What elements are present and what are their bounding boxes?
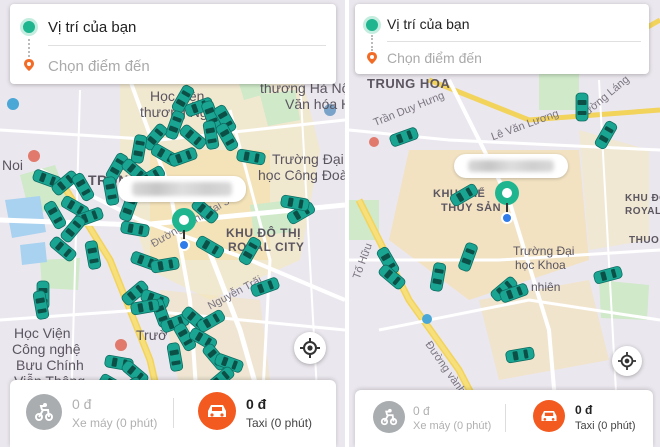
map-label-noi: Noi (2, 157, 24, 173)
map-label-nhien: nhiên (531, 280, 561, 294)
origin-label[interactable]: Vị trí của bạn (48, 19, 136, 36)
service-divider (505, 404, 506, 432)
right-screen: TRUNG HOA Trần Duy Hưng Lê Văn Lương Đườ… (349, 0, 660, 447)
map-label-hoc-khoa: học Khoa (515, 258, 566, 272)
map-label-hoc-vien-cn: Học Viện (14, 325, 71, 341)
taxi-icon (198, 392, 236, 430)
service-taxi[interactable]: 0 đ Taxi (0 phút) (182, 380, 336, 447)
map-label-truong-dai-hoc: Trường Đại (272, 151, 344, 167)
taxi-label: Taxi (0 phút) (246, 416, 313, 430)
map-label-cong-nghe: Công nghệ (12, 341, 81, 357)
address-label-blurred (454, 154, 568, 178)
service-options: 0 đ Xe máy (0 phút) 0 đ Taxi (0 phút) (355, 390, 653, 447)
map-label-thuon: THUON (629, 235, 660, 246)
taxi-price: 0 đ (575, 403, 593, 417)
moto-price: 0 đ (72, 396, 92, 412)
map-label-royal-ci: ROYAL CI (625, 206, 660, 217)
route-connector (28, 39, 30, 57)
address-label-blurred (118, 176, 246, 202)
route-connector (371, 35, 373, 51)
taxi-label: Taxi (0 phút) (575, 420, 636, 432)
motorbike-icon (26, 394, 62, 430)
origin-dot-icon (363, 16, 381, 34)
service-taxi[interactable]: 0 đ Taxi (0 phút) (513, 390, 653, 447)
taxi-price: 0 đ (246, 396, 267, 412)
crosshair-icon (618, 352, 636, 370)
map-label-buu-chinh: Bưu Chính (16, 357, 84, 373)
moto-label: Xe máy (0 phút) (413, 420, 492, 432)
my-location-button[interactable] (294, 332, 326, 364)
service-divider (173, 398, 174, 428)
left-screen: Noi Học viện thương Ngoại thương Hà Nội … (0, 0, 345, 447)
destination-input[interactable]: Chọn điểm đến (387, 50, 482, 66)
crosshair-icon (300, 338, 320, 358)
route-separator (48, 45, 326, 46)
map-label-hoc-cong-doan: học Công Đoàn (258, 167, 345, 183)
destination-pin-icon (24, 59, 34, 71)
route-separator (387, 41, 641, 42)
origin-dot-icon (20, 18, 38, 36)
motorbike-icon (373, 401, 405, 433)
app-screens: Noi Học viện thương Ngoại thương Hà Nội … (0, 0, 660, 447)
route-card: Vị trí của bạn Chọn điểm đến (10, 4, 336, 84)
moto-price: 0 đ (413, 404, 430, 418)
moto-label: Xe máy (0 phút) (72, 416, 158, 430)
route-card: Vị trí của bạn Chọn điểm đến (355, 4, 649, 74)
service-moto[interactable]: 0 đ Xe máy (0 phút) (355, 390, 503, 447)
service-moto[interactable]: 0 đ Xe máy (0 phút) (10, 380, 172, 447)
origin-label[interactable]: Vị trí của bạn (387, 16, 470, 32)
destination-pin-icon (367, 52, 377, 64)
service-options: 0 đ Xe máy (0 phút) 0 đ Taxi (0 phút) (10, 380, 336, 447)
taxi-icon (533, 400, 565, 432)
my-location-button[interactable] (612, 346, 642, 376)
destination-input[interactable]: Chọn điểm đến (48, 58, 150, 75)
map-label-van-hoa: Văn hóa Hà Nội (285, 96, 345, 112)
